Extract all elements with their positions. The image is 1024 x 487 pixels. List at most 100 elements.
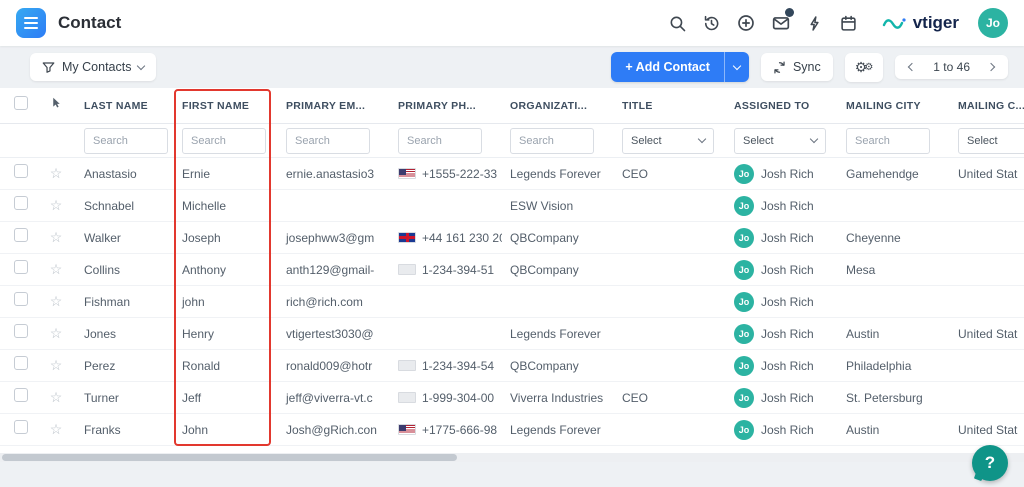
prev-page-button[interactable] xyxy=(903,60,921,74)
star-icon[interactable]: ☆ xyxy=(50,421,63,437)
primary-phone-cell[interactable]: 1-234-394-51 xyxy=(390,263,502,277)
first-name-cell[interactable]: John xyxy=(174,423,278,437)
table-row[interactable]: ☆ Schnabel Michelle ESW Vision Jo Josh R… xyxy=(0,190,1024,222)
column-header-primary-email[interactable]: PRIMARY EM... xyxy=(278,100,390,112)
star-icon[interactable]: ☆ xyxy=(50,229,63,245)
row-checkbox[interactable] xyxy=(14,260,28,274)
mailing-country-filter-select[interactable]: Select xyxy=(958,128,1024,154)
list-filter-button[interactable]: My Contacts xyxy=(30,53,156,81)
title-filter-select[interactable]: Select xyxy=(622,128,714,154)
organization-cell[interactable]: Legends Forever xyxy=(502,167,614,181)
search-icon[interactable] xyxy=(669,15,686,32)
primary-email-cell[interactable]: jeff@viverra-vt.c xyxy=(278,391,390,405)
assigned-to-cell[interactable]: Jo Josh Rich xyxy=(726,164,838,184)
row-checkbox[interactable] xyxy=(14,420,28,434)
first-name-cell[interactable]: Ernie xyxy=(174,167,278,181)
column-header-organization[interactable]: ORGANIZATI... xyxy=(502,100,614,112)
first-name-cell[interactable]: Michelle xyxy=(174,199,278,213)
column-header-primary-phone[interactable]: PRIMARY PH... xyxy=(390,100,502,112)
column-header-mailing-city[interactable]: MAILING CITY xyxy=(838,100,950,112)
history-icon[interactable] xyxy=(703,15,720,32)
assigned-to-cell[interactable]: Jo Josh Rich xyxy=(726,324,838,344)
star-icon[interactable]: ☆ xyxy=(50,293,63,309)
star-icon[interactable]: ☆ xyxy=(50,357,63,373)
primary-phone-cell[interactable]: +1555-222-33 xyxy=(390,167,502,181)
last-name-cell[interactable]: Jones xyxy=(76,327,174,341)
assigned-to-cell[interactable]: Jo Josh Rich xyxy=(726,260,838,280)
organization-cell[interactable]: ESW Vision xyxy=(502,199,614,213)
star-icon[interactable]: ☆ xyxy=(50,389,63,405)
row-checkbox[interactable] xyxy=(14,388,28,402)
table-row[interactable]: ☆ Fishman john rich@rich.com Jo Josh Ric… xyxy=(0,286,1024,318)
add-icon[interactable] xyxy=(737,14,755,32)
sync-button[interactable]: Sync xyxy=(761,53,833,81)
organization-cell[interactable]: Legends Forever xyxy=(502,327,614,341)
assigned-to-filter-select[interactable]: Select xyxy=(734,128,826,154)
assigned-to-cell[interactable]: Jo Josh Rich xyxy=(726,228,838,248)
assigned-to-cell[interactable]: Jo Josh Rich xyxy=(726,292,838,312)
help-button[interactable]: ? xyxy=(972,445,1008,481)
last-name-filter-input[interactable] xyxy=(84,128,168,154)
row-checkbox[interactable] xyxy=(14,356,28,370)
assigned-to-cell[interactable]: Jo Josh Rich xyxy=(726,388,838,408)
table-row[interactable]: ☆ Collins Anthony anth129@gmail- 1-234-3… xyxy=(0,254,1024,286)
primary-phone-cell[interactable]: 1-234-394-54 xyxy=(390,359,502,373)
mail-icon[interactable] xyxy=(772,14,790,32)
primary-email-cell[interactable]: Josh@gRich.con xyxy=(278,423,390,437)
table-row[interactable]: ☆ Jones Henry vtigertest3030@ Legends Fo… xyxy=(0,318,1024,350)
row-checkbox[interactable] xyxy=(14,164,28,178)
user-avatar[interactable]: Jo xyxy=(978,8,1008,38)
first-name-cell[interactable]: john xyxy=(174,295,278,309)
table-row[interactable]: ☆ Turner Jeff jeff@viverra-vt.c 1-999-30… xyxy=(0,382,1024,414)
star-icon[interactable]: ☆ xyxy=(50,261,63,277)
first-name-filter-input[interactable] xyxy=(182,128,266,154)
organization-cell[interactable]: QBCompany xyxy=(502,263,614,277)
row-checkbox[interactable] xyxy=(14,324,28,338)
row-checkbox[interactable] xyxy=(14,196,28,210)
configure-columns-button[interactable]: ⚙⚙ xyxy=(845,53,884,82)
first-name-cell[interactable]: Henry xyxy=(174,327,278,341)
primary-phone-cell[interactable]: +44 161 230 20 xyxy=(390,231,502,245)
last-name-cell[interactable]: Fishman xyxy=(76,295,174,309)
add-contact-dropdown[interactable] xyxy=(724,52,749,82)
add-contact-button[interactable]: + Add Contact xyxy=(611,52,749,82)
assigned-to-cell[interactable]: Jo Josh Rich xyxy=(726,196,838,216)
first-name-cell[interactable]: Jeff xyxy=(174,391,278,405)
row-checkbox[interactable] xyxy=(14,292,28,306)
mailing-city-filter-input[interactable] xyxy=(846,128,930,154)
calendar-icon[interactable] xyxy=(840,15,857,32)
primary-phone-cell[interactable]: 1-999-304-00 xyxy=(390,391,502,405)
add-contact-label[interactable]: + Add Contact xyxy=(611,52,724,82)
table-row[interactable]: ☆ Franks John Josh@gRich.con +1775-666-9… xyxy=(0,414,1024,446)
primary-email-cell[interactable]: ernie.anastasio3 xyxy=(278,167,390,181)
primary-email-cell[interactable]: vtigertest3030@ xyxy=(278,327,390,341)
table-row[interactable]: ☆ Walker Joseph josephww3@gm +44 161 230… xyxy=(0,222,1024,254)
table-row[interactable]: ☆ Perez Ronald ronald009@hotr 1-234-394-… xyxy=(0,350,1024,382)
column-header-mailing-country[interactable]: MAILING C... xyxy=(950,100,1024,112)
column-header-title[interactable]: TITLE xyxy=(614,100,726,112)
first-name-cell[interactable]: Joseph xyxy=(174,231,278,245)
primary-phone-filter-input[interactable] xyxy=(398,128,482,154)
last-name-cell[interactable]: Walker xyxy=(76,231,174,245)
organization-cell[interactable]: Legends Forever xyxy=(502,423,614,437)
star-icon[interactable]: ☆ xyxy=(50,165,63,181)
horizontal-scrollbar[interactable] xyxy=(0,453,1024,462)
table-row[interactable]: ☆ Anastasio Ernie ernie.anastasio3 +1555… xyxy=(0,158,1024,190)
organization-cell[interactable]: Viverra Industries xyxy=(502,391,614,405)
primary-email-cell[interactable]: rich@rich.com xyxy=(278,295,390,309)
last-name-cell[interactable]: Franks xyxy=(76,423,174,437)
last-name-cell[interactable]: Schnabel xyxy=(76,199,174,213)
menu-icon[interactable] xyxy=(16,8,46,38)
last-name-cell[interactable]: Turner xyxy=(76,391,174,405)
first-name-cell[interactable]: Anthony xyxy=(174,263,278,277)
bolt-icon[interactable] xyxy=(807,15,823,32)
assigned-to-cell[interactable]: Jo Josh Rich xyxy=(726,420,838,440)
organization-cell[interactable]: QBCompany xyxy=(502,231,614,245)
organization-cell[interactable]: QBCompany xyxy=(502,359,614,373)
scrollbar-thumb[interactable] xyxy=(2,454,457,461)
primary-email-cell[interactable]: josephww3@gm xyxy=(278,231,390,245)
column-header-last-name[interactable]: LAST NAME xyxy=(76,100,174,112)
column-header-first-name[interactable]: FIRST NAME xyxy=(174,100,278,112)
last-name-cell[interactable]: Perez xyxy=(76,359,174,373)
first-name-cell[interactable]: Ronald xyxy=(174,359,278,373)
